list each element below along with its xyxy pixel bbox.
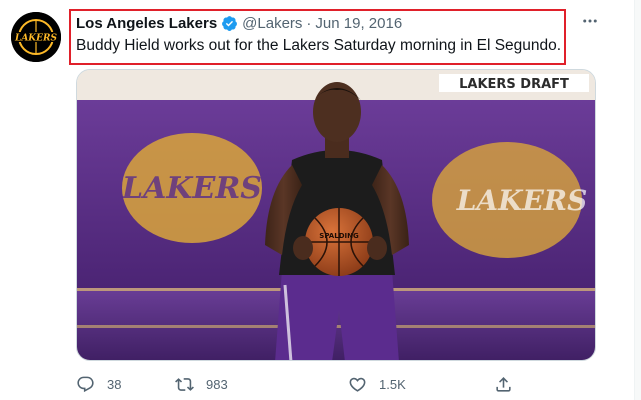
more-options-icon[interactable] xyxy=(578,9,602,33)
avatar[interactable]: LAKERS xyxy=(11,12,61,62)
retweet-count: 983 xyxy=(206,376,228,392)
separator-dot: · xyxy=(306,14,312,32)
lakers-logo-icon: LAKERS xyxy=(11,12,61,62)
reply-button[interactable]: 38 xyxy=(76,372,121,396)
like-button[interactable]: 1.5K xyxy=(348,372,406,396)
reply-count: 38 xyxy=(107,376,122,392)
photo-image: LAKERS LAKERS LAKERS DRAFT SPALDING xyxy=(77,70,595,360)
tweet-date[interactable]: Jun 19, 2016 xyxy=(315,15,402,32)
svg-text:LAKERS: LAKERS xyxy=(14,34,57,44)
banner-text: LAKERS DRAFT xyxy=(459,77,569,92)
share-icon xyxy=(496,376,511,392)
author-name[interactable]: Los Angeles Lakers xyxy=(76,15,217,32)
svg-text:LAKERS: LAKERS xyxy=(456,184,588,217)
author-handle[interactable]: @Lakers xyxy=(242,15,302,32)
tweet-photo[interactable]: LAKERS LAKERS LAKERS DRAFT SPALDING xyxy=(76,69,596,361)
ball-text: SPALDING xyxy=(319,232,359,240)
share-button[interactable] xyxy=(494,372,525,396)
verified-badge-icon xyxy=(221,15,238,32)
tweet-actions: 38 983 1.5K xyxy=(76,372,596,396)
retweet-button[interactable]: 983 xyxy=(175,372,228,396)
like-count: 1.5K xyxy=(379,376,406,392)
svg-text:LAKERS: LAKERS xyxy=(121,171,262,206)
tweet[interactable]: LAKERS Los Angeles Lakers @Lakers · Jun … xyxy=(0,0,641,400)
reply-icon xyxy=(77,376,94,392)
tweet-text: Buddy Hield works out for the Lakers Sat… xyxy=(76,37,562,54)
retweet-icon xyxy=(175,377,194,391)
heart-icon xyxy=(349,377,366,392)
page-scrollbar[interactable] xyxy=(634,0,641,400)
tweet-header: Los Angeles Lakers @Lakers · Jun 19, 201… xyxy=(76,13,402,33)
